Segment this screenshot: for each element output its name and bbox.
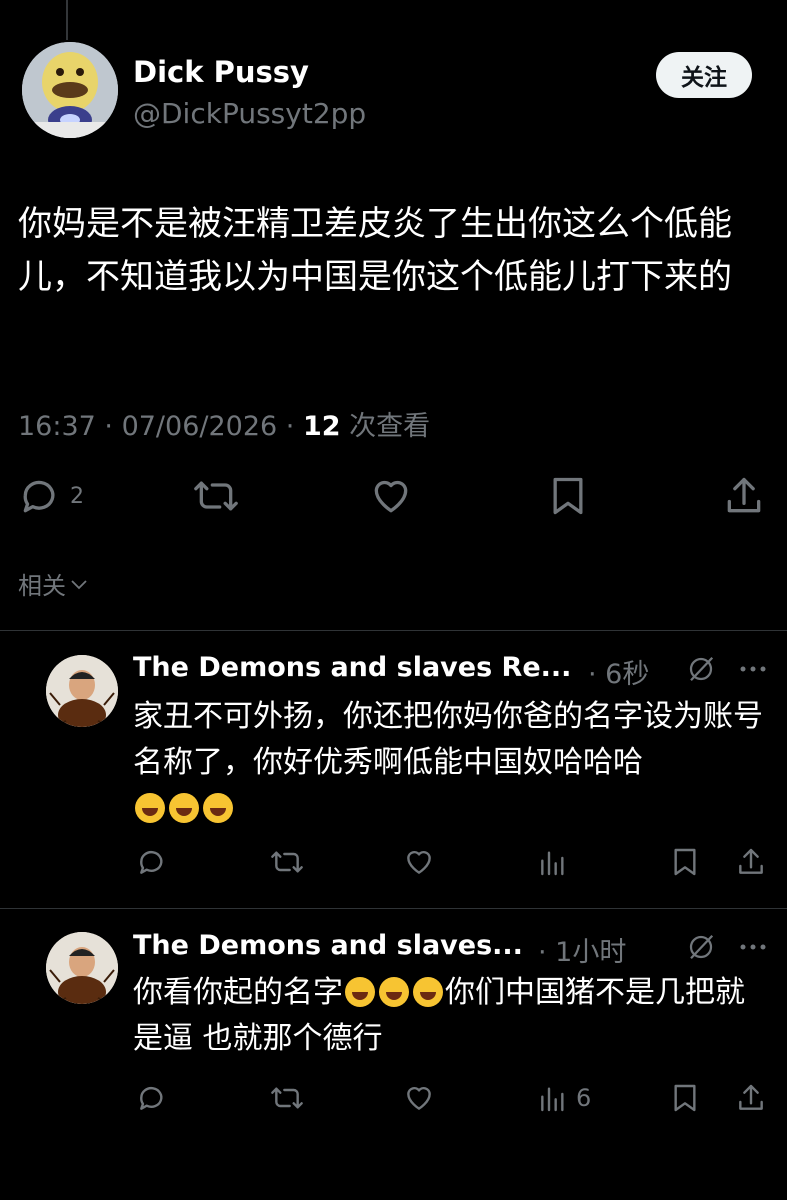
grinning-emoji	[135, 793, 165, 823]
reply-text-before: 你看你起的名字	[133, 975, 343, 1010]
share-button[interactable]	[724, 474, 764, 518]
thread-connector	[66, 0, 68, 40]
reply-text: 家丑不可外扬，你还把你妈你爸的名字设为账号名称了，你好优秀啊低能中国奴哈哈哈	[133, 694, 773, 832]
reply-icon	[23, 480, 55, 513]
retweet-button[interactable]	[192, 474, 240, 518]
divider	[0, 630, 787, 631]
chevron-down-icon	[71, 579, 87, 589]
reply-bookmark-button[interactable]	[670, 846, 700, 882]
like-button[interactable]	[368, 474, 414, 518]
reply-time: · 1小时	[538, 937, 627, 968]
post-time: 16:37	[18, 411, 96, 442]
reply-author-name[interactable]: The Demons and slaves...	[133, 930, 523, 961]
more-options-button[interactable]	[736, 933, 770, 965]
grok-button[interactable]	[686, 932, 716, 966]
grok-icon	[689, 656, 714, 682]
bookmark-icon	[674, 1084, 696, 1112]
share-icon	[727, 477, 761, 513]
like-icon	[374, 480, 408, 513]
reply-bookmark-button[interactable]	[670, 1082, 700, 1118]
views-icon	[541, 851, 564, 876]
reply-comment-button[interactable]	[135, 1082, 169, 1118]
reply-time: · 6秒	[588, 659, 650, 690]
share-icon	[739, 1084, 763, 1110]
reply-share-button[interactable]	[736, 1082, 766, 1118]
avatar-image	[46, 932, 118, 1004]
reply-like-button[interactable]	[401, 846, 437, 882]
avatar-image	[22, 42, 118, 138]
rofl-emoji	[379, 977, 409, 1007]
reply-icon	[140, 1086, 163, 1110]
divider	[0, 908, 787, 909]
reply-views-button[interactable]: 6	[536, 1082, 591, 1114]
reply-author-name[interactable]: The Demons and slaves Re...	[133, 652, 571, 683]
more-icon	[740, 666, 766, 672]
rofl-emoji	[169, 793, 199, 823]
rofl-emoji	[413, 977, 443, 1007]
views-icon	[541, 1087, 564, 1112]
bookmark-icon	[553, 477, 583, 515]
reply-views-button[interactable]	[536, 846, 570, 882]
views-label: 次查看	[349, 411, 431, 442]
reply-share-button[interactable]	[736, 846, 766, 882]
bookmark-button[interactable]	[548, 474, 588, 518]
related-toggle[interactable]: 相关	[18, 566, 88, 601]
related-label: 相关	[18, 572, 66, 600]
post-text: 你妈是不是被汪精卫差皮炎了生出你这么个低能儿，不知道我以为中国是你这个低能儿打下…	[18, 204, 732, 297]
like-icon	[407, 850, 431, 874]
like-icon	[407, 1086, 431, 1110]
follow-button[interactable]: 关注	[656, 52, 752, 98]
grok-icon	[689, 934, 714, 960]
reply-icon	[140, 850, 163, 874]
post-meta: 16:37 · 07/06/2026 · 12 次查看	[18, 404, 430, 443]
reply-count: 2	[70, 483, 84, 509]
grok-button[interactable]	[686, 654, 716, 688]
more-options-button[interactable]	[736, 655, 770, 687]
reply-retweet-button[interactable]	[268, 846, 306, 882]
reply-time-value: 1小时	[555, 937, 627, 968]
joy-emoji	[203, 793, 233, 823]
reply-author-avatar[interactable]	[46, 932, 118, 1004]
views-count: 12	[302, 411, 341, 442]
reply-views-count: 6	[576, 1084, 592, 1112]
reply-author-avatar[interactable]	[46, 655, 118, 727]
meta-separator: ·	[104, 411, 122, 442]
reply-text: 你看你起的名字 你们中国猪不是几把就是逼 也就那个德行	[133, 970, 773, 1062]
reply-like-button[interactable]	[401, 1082, 437, 1118]
author-handle[interactable]: @DickPussyt2pp	[133, 97, 366, 130]
share-icon	[739, 848, 763, 874]
joy-emoji	[345, 977, 375, 1007]
more-icon	[740, 944, 766, 950]
avatar-image	[46, 655, 118, 727]
bookmark-icon	[674, 848, 696, 876]
reply-button[interactable]: 2	[18, 474, 84, 518]
retweet-icon	[271, 1087, 303, 1109]
post-date: 07/06/2026	[121, 411, 278, 442]
meta-separator: ·	[285, 411, 303, 442]
reply-retweet-button[interactable]	[268, 1082, 306, 1118]
reply-time-value: 6秒	[605, 659, 650, 690]
author-avatar[interactable]	[22, 42, 118, 138]
author-name[interactable]: Dick Pussy	[133, 55, 309, 89]
retweet-icon	[271, 851, 303, 873]
retweet-icon	[194, 481, 238, 511]
reply-comment-button[interactable]	[135, 846, 169, 882]
reply-text-body: 家丑不可外扬，你还把你妈你爸的名字设为账号名称了，你好优秀啊低能中国奴哈哈哈	[133, 699, 763, 780]
